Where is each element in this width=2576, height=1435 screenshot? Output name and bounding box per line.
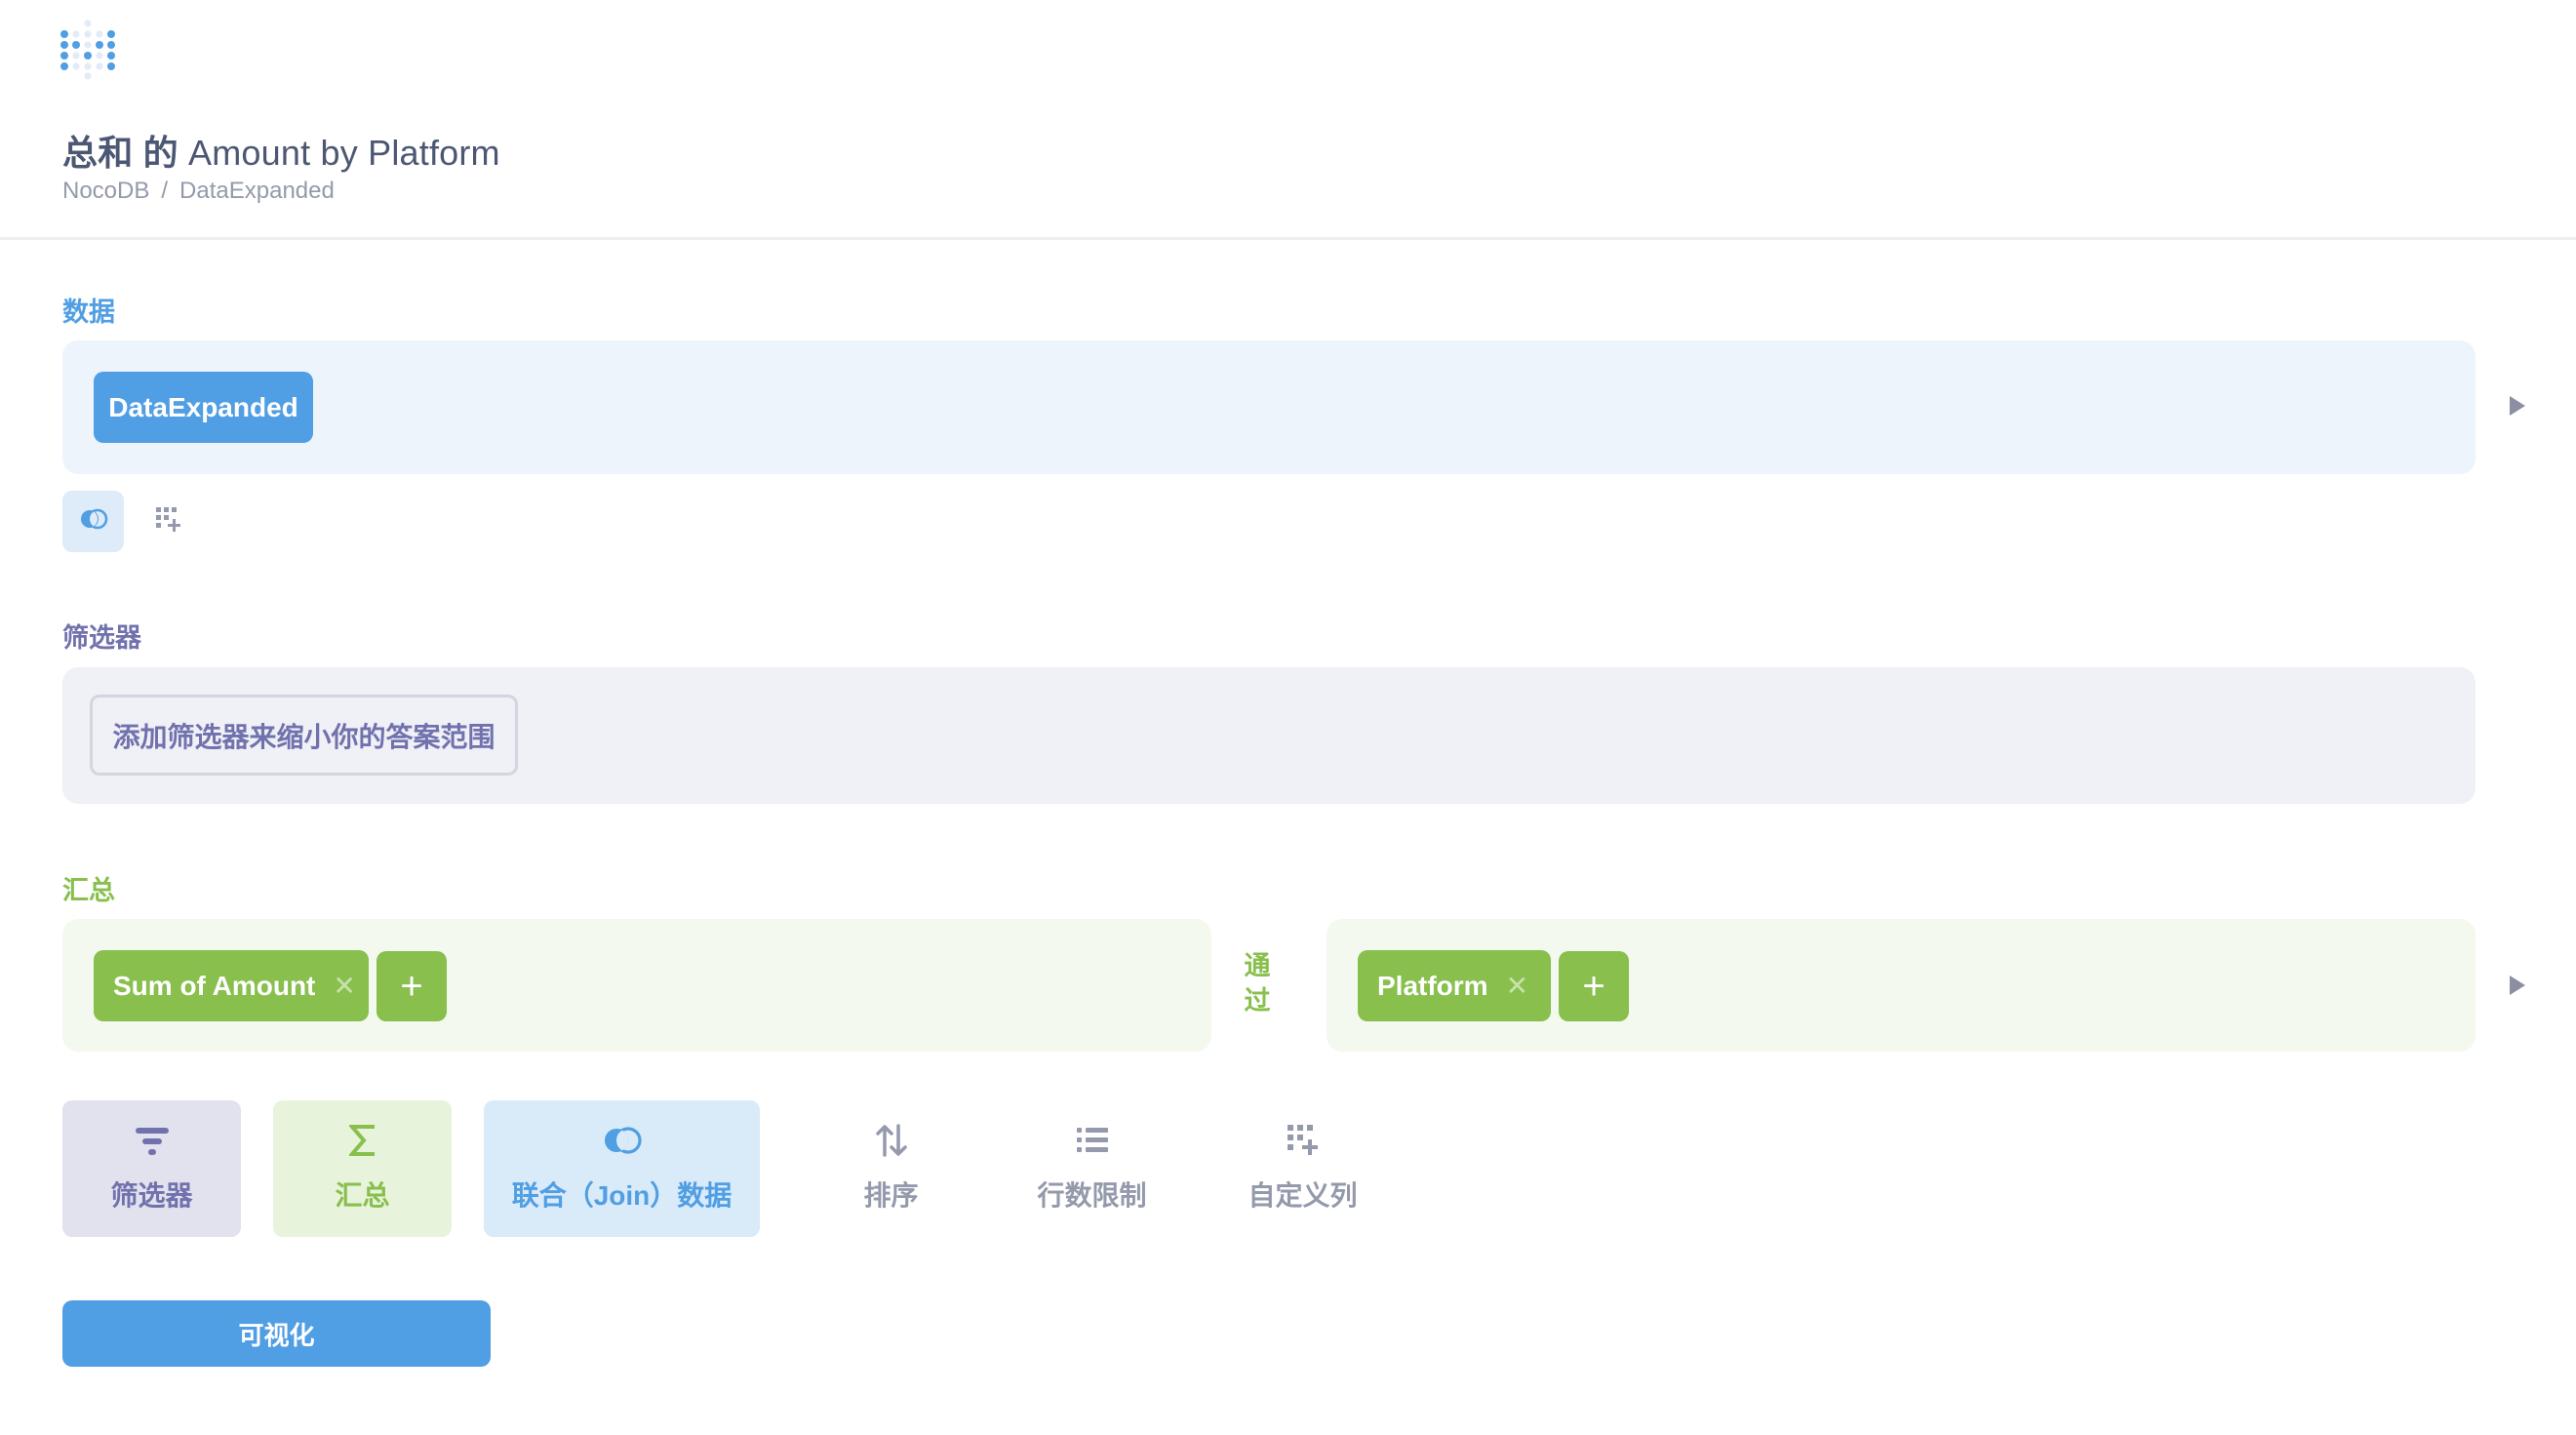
- breadcrumb-database[interactable]: NocoDB: [62, 178, 149, 205]
- data-section-label: 数据: [62, 298, 115, 327]
- breakout-label: Platform: [1377, 970, 1488, 1001]
- join-data-button[interactable]: [62, 491, 124, 552]
- metric-pill[interactable]: Sum of Amount ✕: [94, 950, 369, 1021]
- group-by-label-line: 过: [1244, 986, 1271, 1016]
- action-label: 排序: [863, 1180, 919, 1211]
- page-title: 总和 的 Amount by Platform: [62, 125, 500, 176]
- table-picker-button[interactable]: DataExpanded: [94, 372, 313, 443]
- action-label: 汇总: [335, 1180, 390, 1211]
- visualize-button[interactable]: 可视化: [62, 1300, 491, 1367]
- close-icon[interactable]: ✕: [333, 970, 355, 1002]
- action-sort-button[interactable]: 排序: [802, 1100, 980, 1237]
- breadcrumb: NocoDB / DataExpanded: [62, 178, 335, 205]
- breakout-pill[interactable]: Platform ✕: [1358, 950, 1551, 1021]
- metabase-logo-icon[interactable]: [60, 20, 115, 80]
- filter-section-box: 添加筛选器来缩小你的答案范围: [62, 667, 2476, 804]
- action-custom-column-button[interactable]: 自定义列: [1213, 1100, 1392, 1237]
- action-filter-button[interactable]: 筛选器: [62, 1100, 241, 1237]
- action-label: 联合（Join）数据: [511, 1180, 733, 1211]
- join-icon: [79, 508, 108, 535]
- add-metric-button[interactable]: +: [376, 951, 447, 1021]
- plus-icon: +: [1582, 964, 1605, 1008]
- plus-icon: +: [400, 964, 423, 1008]
- breakouts-box: Platform ✕ +: [1327, 919, 2476, 1052]
- summarize-section-label: 汇总: [62, 876, 115, 905]
- action-label: 筛选器: [110, 1180, 193, 1211]
- page-header: 总和 的 Amount by Platform NocoDB / DataExp…: [0, 0, 2576, 240]
- metrics-box: Sum of Amount ✕ +: [62, 919, 1211, 1052]
- title-prefix: 总和 的: [62, 133, 178, 173]
- add-breakout-button[interactable]: +: [1559, 951, 1629, 1021]
- custom-column-icon: [1287, 1124, 1319, 1157]
- close-icon[interactable]: ✕: [1506, 970, 1528, 1002]
- data-section-box: DataExpanded: [62, 340, 2476, 474]
- metric-label: Sum of Amount: [113, 970, 316, 1001]
- add-filter-button[interactable]: 添加筛选器来缩小你的答案范围: [90, 695, 518, 776]
- sort-icon: [875, 1124, 907, 1157]
- data-preview-play-icon[interactable]: [2510, 396, 2525, 416]
- custom-column-icon: [156, 506, 181, 538]
- filter-section-label: 筛选器: [62, 623, 141, 653]
- title-suffix: Amount by Platform: [188, 133, 500, 173]
- action-summarize-button[interactable]: 汇总: [273, 1100, 452, 1237]
- summarize-preview-play-icon[interactable]: [2510, 976, 2525, 995]
- group-by-label-line: 通: [1244, 951, 1271, 980]
- action-label: 行数限制: [1037, 1180, 1147, 1211]
- filter-icon: [135, 1124, 169, 1157]
- action-join-button[interactable]: 联合（Join）数据: [484, 1100, 760, 1237]
- sigma-icon: [348, 1124, 376, 1157]
- group-by-label: 通 过: [1243, 948, 1272, 1018]
- breadcrumb-table[interactable]: DataExpanded: [179, 178, 335, 205]
- custom-column-button[interactable]: [154, 506, 183, 538]
- list-icon: [1076, 1124, 1108, 1157]
- breadcrumb-separator: /: [161, 178, 169, 204]
- action-row-limit-button[interactable]: 行数限制: [1003, 1100, 1181, 1237]
- join-icon: [603, 1124, 642, 1157]
- action-label: 自定义列: [1248, 1180, 1358, 1211]
